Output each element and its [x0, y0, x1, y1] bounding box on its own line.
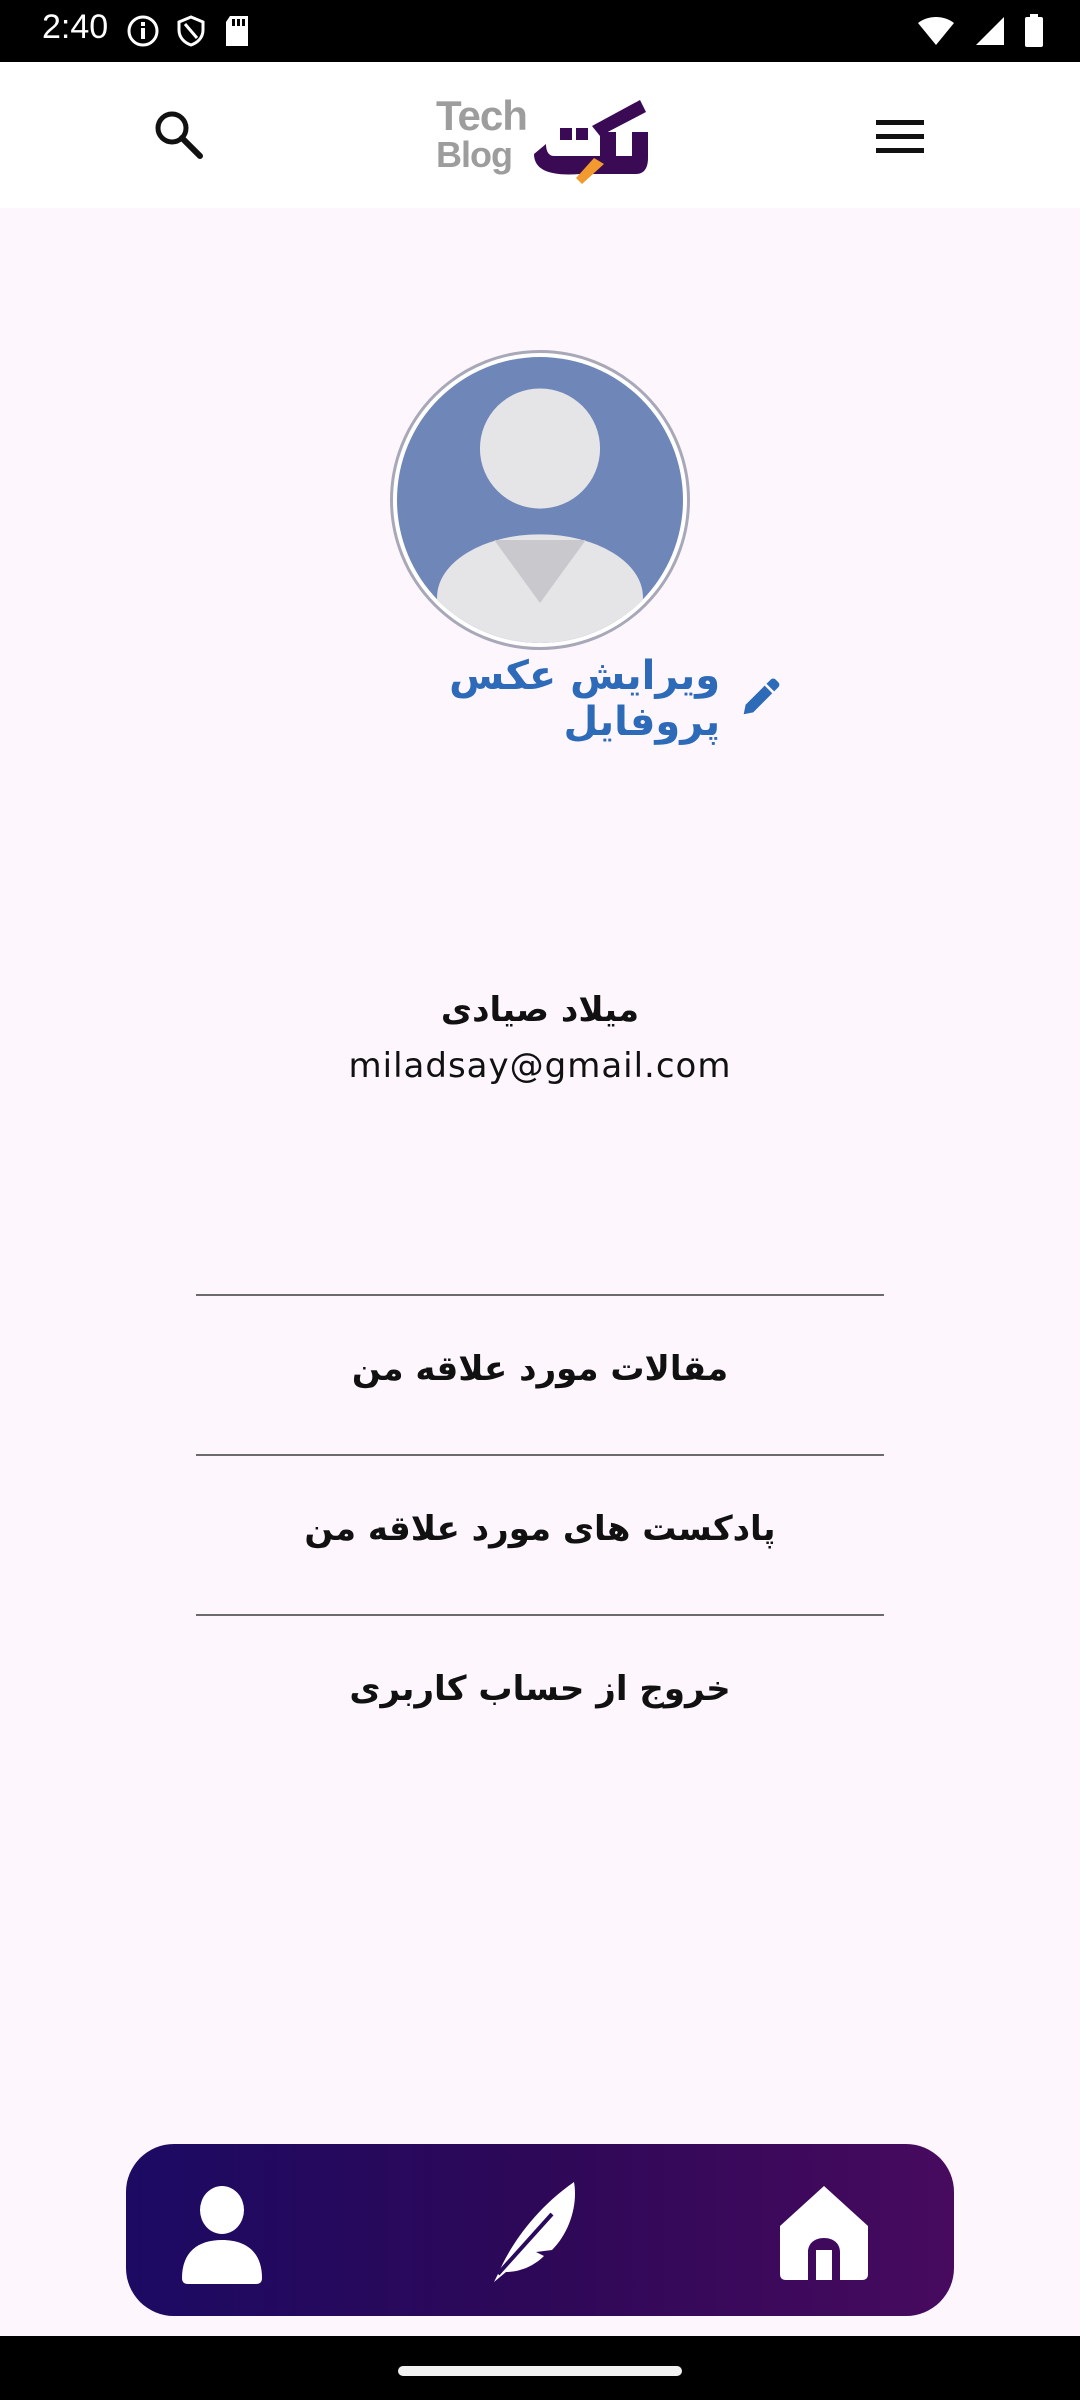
nav-home-button[interactable] — [768, 2174, 880, 2286]
divider — [196, 1614, 884, 1616]
sd-card-icon — [226, 16, 248, 46]
info-icon — [127, 15, 159, 47]
profile-avatar[interactable] — [390, 350, 690, 650]
favorite-articles-item[interactable]: مقالات مورد علاقه من — [196, 1314, 884, 1424]
pencil-icon — [743, 678, 780, 715]
top-app-bar: Tech Blog — [0, 62, 1080, 208]
search-button[interactable] — [150, 106, 206, 162]
user-name: میلاد صیادی — [440, 990, 640, 1030]
menu-icon — [876, 120, 924, 153]
profile-icon — [182, 2186, 262, 2284]
edit-profile-photo-button[interactable]: ویرایش عکس پروفایل — [300, 653, 780, 745]
status-bar: 2:40 — [0, 0, 1080, 62]
default-user-avatar-icon — [397, 357, 683, 643]
wifi-icon — [918, 17, 954, 45]
feather-pen-icon — [494, 2182, 576, 2282]
avatar-image — [397, 357, 683, 643]
bottom-navigation — [126, 2144, 954, 2316]
search-icon — [155, 111, 203, 159]
gesture-bar-area — [0, 2336, 1080, 2400]
divider — [196, 1454, 884, 1456]
divider — [196, 1294, 884, 1296]
shield-icon — [177, 15, 205, 47]
menu-button[interactable] — [872, 114, 928, 160]
app-logo: Tech Blog — [432, 92, 652, 188]
status-left-icons — [126, 14, 252, 48]
edit-photo-label: ویرایش عکس پروفایل — [449, 653, 721, 745]
favorite-podcasts-item[interactable]: پادکست های مورد علاقه من — [196, 1474, 884, 1584]
logo-mark-icon — [534, 100, 648, 184]
status-time: 2:40 — [42, 8, 109, 46]
status-right-icons — [916, 14, 1044, 48]
logout-item[interactable]: خروج از حساب کاربری — [196, 1634, 884, 1744]
signal-icon — [976, 17, 1004, 45]
user-email: miladsay@gmail.com — [348, 1046, 732, 1086]
logo-text-blog: Blog — [436, 134, 513, 175]
nav-write-button[interactable] — [474, 2174, 586, 2286]
nav-profile-button[interactable] — [166, 2174, 278, 2286]
home-icon — [780, 2186, 868, 2280]
battery-icon — [1025, 14, 1043, 47]
logo-text-tech: Tech — [436, 92, 528, 139]
gesture-handle[interactable] — [398, 2366, 682, 2376]
